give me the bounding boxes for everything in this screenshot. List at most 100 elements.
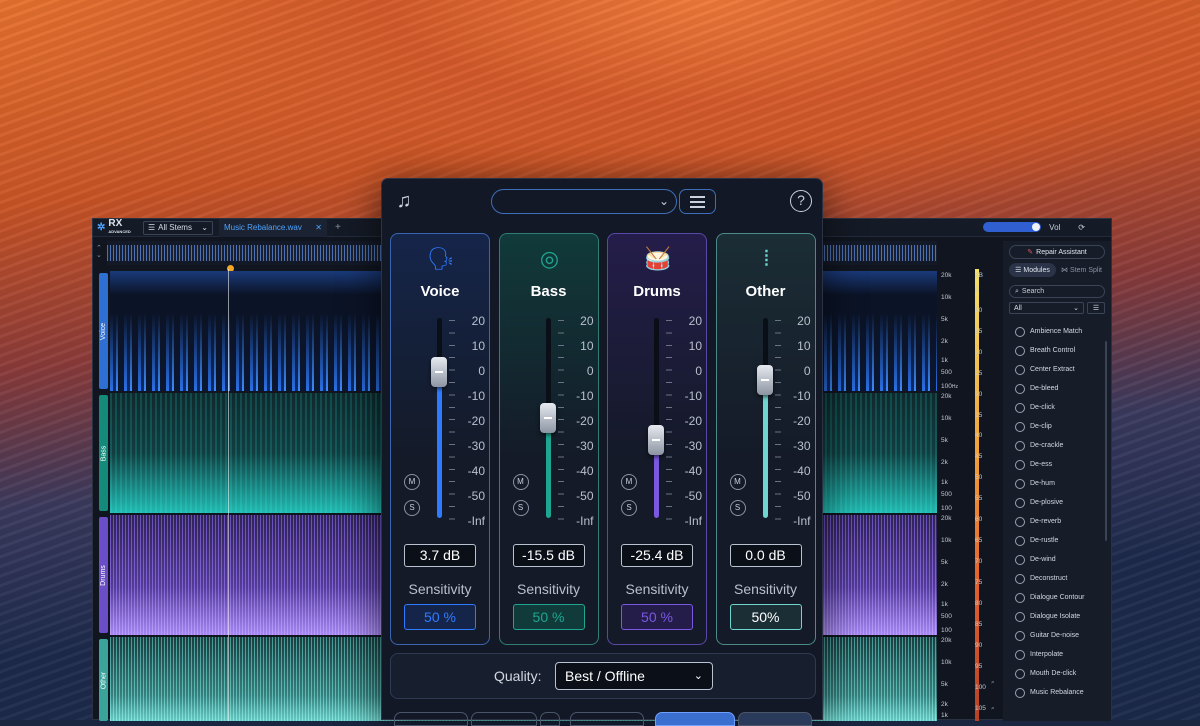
module-search-input[interactable]: ⌕ Search: [1009, 285, 1105, 298]
stem-name: Drums: [633, 283, 681, 300]
bottom-button[interactable]: [471, 712, 537, 726]
bottom-button[interactable]: [655, 712, 735, 726]
solo-button[interactable]: S: [729, 500, 746, 516]
freq-label: 20k: [941, 637, 952, 644]
scale-label: -Inf: [467, 514, 485, 528]
zoom-out-icon[interactable]: ⌕: [991, 705, 995, 713]
close-tab-button[interactable]: ✕: [315, 223, 322, 232]
module-item[interactable]: De-plosive: [1003, 493, 1111, 512]
fader-knob[interactable]: [431, 357, 447, 387]
track-label-bass[interactable]: Bass: [99, 395, 108, 511]
module-label: De-clip: [1030, 423, 1052, 430]
new-tab-button[interactable]: +: [335, 222, 341, 233]
gain-value[interactable]: 0.0 dB: [729, 544, 802, 567]
module-item[interactable]: De-hum: [1003, 474, 1111, 493]
tab-stem-split[interactable]: ⋈ Stem Split: [1058, 263, 1105, 277]
module-item[interactable]: Guitar De-noise: [1003, 626, 1111, 645]
stems-dropdown[interactable]: ☰ All Stems ⌄: [143, 220, 213, 235]
fader-knob[interactable]: [539, 403, 556, 433]
bottom-button[interactable]: [540, 712, 560, 726]
scale-label: -50: [576, 489, 594, 503]
scroll-arrows[interactable]: ⌃ ⌄: [96, 245, 102, 259]
solo-button[interactable]: S: [404, 500, 420, 516]
bottom-button[interactable]: [394, 712, 468, 726]
mute-button[interactable]: M: [512, 474, 529, 490]
help-button[interactable]: ?: [790, 190, 812, 212]
preset-dropdown[interactable]: ⌄: [491, 189, 677, 214]
freq-label: 5k: [941, 437, 948, 444]
module-item[interactable]: Deconstruct: [1003, 569, 1111, 588]
track-label-other[interactable]: Other: [99, 639, 108, 721]
volume-knob[interactable]: [1032, 223, 1041, 231]
module-item[interactable]: Breath Control: [1003, 341, 1111, 360]
gain-value[interactable]: -25.4 dB: [621, 544, 693, 567]
module-item[interactable]: Center Extract: [1003, 360, 1111, 379]
list-view-button[interactable]: ☰: [1087, 302, 1105, 314]
gesture-icon[interactable]: ⟳: [1078, 223, 1085, 232]
scale-label: -30: [576, 439, 594, 453]
fader-knob[interactable]: [756, 365, 773, 395]
module-item[interactable]: Dialogue Contour: [1003, 588, 1111, 607]
module-item[interactable]: De-wind: [1003, 550, 1111, 569]
panel-tabs: ☰ Modules ⋈ Stem Split: [1009, 263, 1105, 277]
fader-fill: [437, 372, 442, 518]
meter-label: 10: [975, 307, 983, 314]
freq-label-100hz: 100Hz: [941, 383, 958, 390]
volume-toggle[interactable]: [983, 222, 1042, 232]
module-item[interactable]: Music Rebalance: [1003, 683, 1111, 702]
module-item[interactable]: De-clip: [1003, 417, 1111, 436]
module-item[interactable]: Dialogue Isolate: [1003, 607, 1111, 626]
solo-button[interactable]: S: [621, 500, 637, 516]
module-item[interactable]: De-click: [1003, 398, 1111, 417]
zoom-in-icon[interactable]: ⌕: [991, 679, 995, 687]
module-item[interactable]: De-ess: [1003, 455, 1111, 474]
track-label-voice[interactable]: Voice: [99, 273, 108, 389]
drum-icon: 🥁: [644, 246, 672, 271]
file-tab[interactable]: Music Rebalance.wav ✕: [219, 218, 327, 237]
freq-label: 500: [941, 613, 952, 620]
module-filter-select[interactable]: All ⌄: [1009, 302, 1084, 314]
stem-strip-3: ⦙ Other 20 10 0 -10 -20 -30 -40 -50 -Inf M S 0.0 dB Se…: [715, 233, 816, 645]
scale-label: 0: [695, 364, 702, 378]
sensitivity-value[interactable]: 50 %: [404, 604, 476, 630]
fader-scale: 20 10 0 -10 -20 -30 -40 -50 -Inf: [564, 314, 600, 528]
freq-label: 5k: [941, 559, 948, 566]
gain-value[interactable]: 3.7 dB: [404, 544, 476, 567]
gain-value[interactable]: -15.5 dB: [512, 544, 585, 567]
mute-button[interactable]: M: [404, 474, 420, 490]
sensitivity-value[interactable]: 50 %: [621, 604, 693, 630]
fader-knob[interactable]: [648, 425, 664, 455]
mute-button[interactable]: M: [729, 474, 746, 490]
tab-modules[interactable]: ☰ Modules: [1009, 263, 1056, 277]
quality-label: Quality:: [494, 668, 542, 684]
sensitivity-value[interactable]: 50 %: [512, 604, 585, 630]
module-item[interactable]: De-crackle: [1003, 436, 1111, 455]
module-item[interactable]: Mouth De-click: [1003, 664, 1111, 683]
freq-label: 20k: [941, 393, 952, 400]
sensitivity-label: Sensitivity: [408, 581, 472, 597]
module-item[interactable]: Interpolate: [1003, 645, 1111, 664]
hz-unit: Hz: [951, 384, 958, 390]
module-list-scrollbar[interactable]: [1105, 341, 1107, 541]
menu-button[interactable]: [679, 189, 716, 214]
scale-label: -20: [467, 414, 485, 428]
sensitivity-value[interactable]: 50%: [729, 604, 802, 630]
module-item[interactable]: De-bleed: [1003, 379, 1111, 398]
track-label-drums[interactable]: Drums: [99, 517, 108, 633]
meter-label: 15: [975, 328, 983, 335]
mute-button[interactable]: M: [621, 474, 637, 490]
bottom-button[interactable]: [738, 712, 812, 726]
quality-select[interactable]: Best / Offline ⌄: [555, 662, 713, 690]
module-item[interactable]: Ambience Match: [1003, 322, 1111, 341]
frequency-axis: 20k 10k 5k 2k 1k 500 100Hz 20k 10k 5k 2k…: [939, 269, 965, 721]
repair-assistant-button[interactable]: ✎ Repair Assistant: [1009, 245, 1105, 259]
solo-button[interactable]: S: [512, 500, 529, 516]
scale-label: -20: [576, 414, 594, 428]
freq-label: 2k: [941, 701, 948, 708]
freq-label: 20k: [941, 272, 952, 279]
chevron-down-icon: ⌄: [201, 223, 208, 232]
module-icon: [1015, 421, 1025, 432]
bottom-button[interactable]: [570, 712, 644, 726]
module-item[interactable]: De-reverb: [1003, 512, 1111, 531]
module-item[interactable]: De-rustle: [1003, 531, 1111, 550]
